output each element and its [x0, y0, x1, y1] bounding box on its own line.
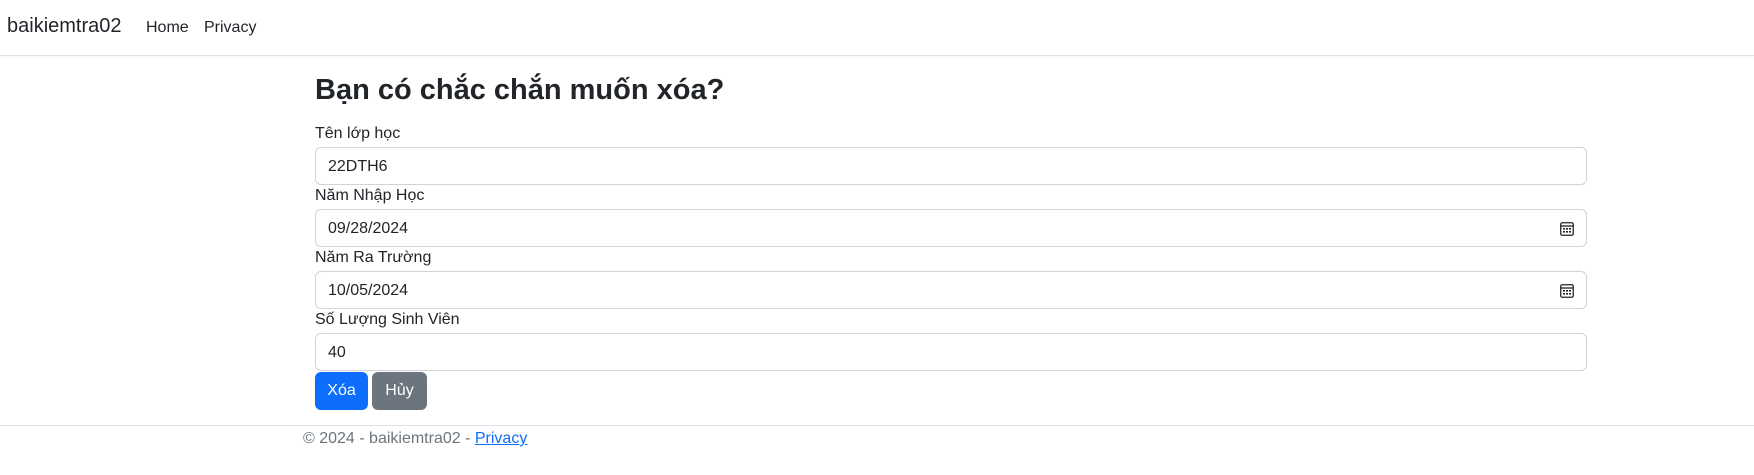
end-year-field[interactable]: 10/05/2024	[315, 271, 1587, 309]
cancel-button[interactable]: Hủy	[372, 372, 427, 410]
footer-text: © 2024 - baikiemtra02 -	[303, 430, 475, 447]
start-year-value: 09/28/2024	[328, 220, 409, 237]
class-name-label: Tên lớp học	[315, 125, 401, 142]
footer-privacy-link[interactable]: Privacy	[475, 430, 527, 447]
calendar-icon[interactable]	[1560, 221, 1574, 236]
nav-privacy-link[interactable]: Privacy	[204, 19, 256, 37]
start-year-field[interactable]: 09/28/2024	[315, 209, 1587, 247]
footer-divider	[0, 425, 1754, 426]
class-name-value: 22DTH6	[328, 158, 388, 175]
student-count-value: 40	[328, 344, 346, 361]
page-title: Bạn có chắc chắn muốn xóa?	[315, 74, 725, 106]
student-count-label: Số Lượng Sinh Viên	[315, 311, 460, 328]
calendar-icon[interactable]	[1560, 283, 1574, 298]
class-name-field[interactable]: 22DTH6	[315, 147, 1587, 185]
nav-home-link[interactable]: Home	[146, 19, 189, 37]
end-year-value: 10/05/2024	[328, 282, 409, 299]
end-year-label: Năm Ra Trường	[315, 249, 432, 266]
student-count-field[interactable]: 40	[315, 333, 1587, 371]
navbar: baikiemtra02 Home Privacy	[0, 0, 1754, 56]
footer: © 2024 - baikiemtra02 - Privacy	[303, 430, 527, 448]
brand-link[interactable]: baikiemtra02	[7, 15, 122, 38]
delete-button[interactable]: Xóa	[315, 372, 368, 410]
start-year-label: Năm Nhập Học	[315, 187, 425, 204]
